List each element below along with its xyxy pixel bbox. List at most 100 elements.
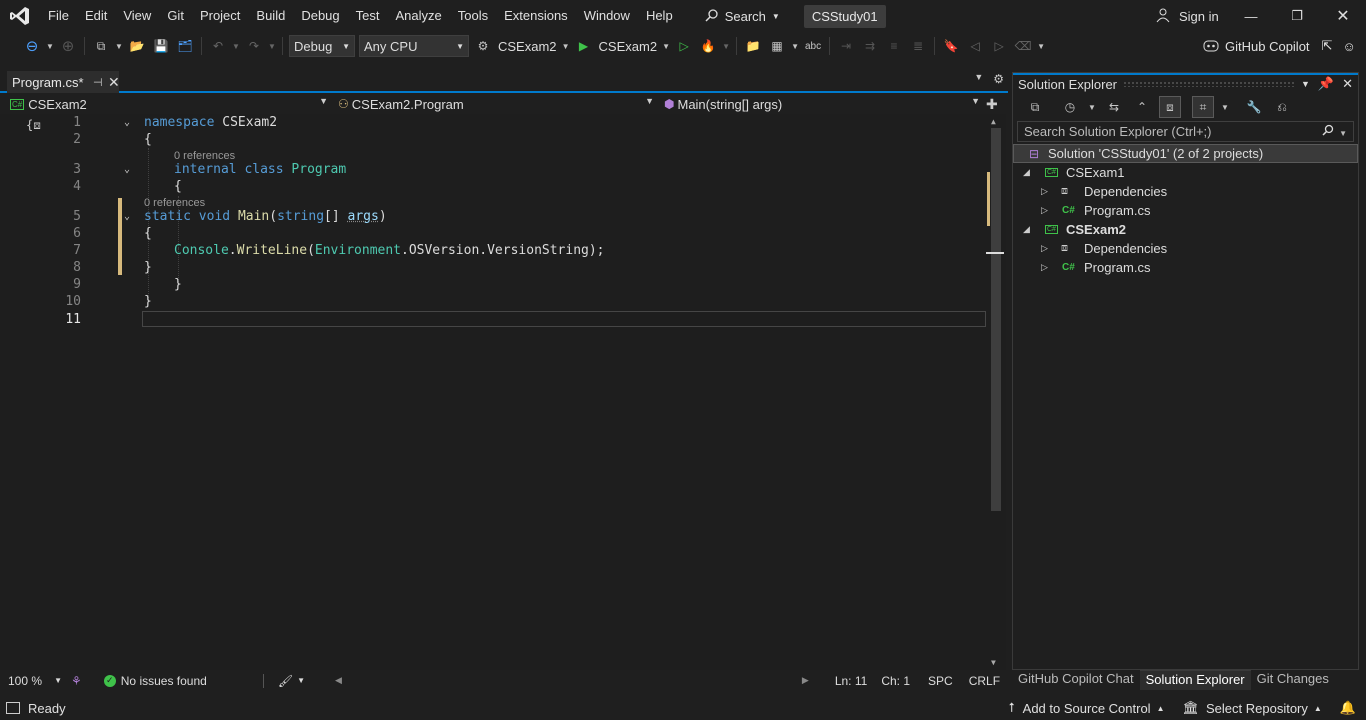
scroll-up-icon[interactable]: ▲ (991, 117, 996, 126)
start-debugging-icon[interactable]: ▶ (573, 35, 595, 57)
pin-icon[interactable]: ⊣ (93, 76, 103, 89)
properties-wrench-icon[interactable]: 🔧 (1243, 96, 1265, 118)
configuration-dropdown[interactable]: Debug ▼ (289, 35, 355, 57)
close-icon[interactable]: ✕ (1342, 76, 1353, 92)
scroll-down-icon[interactable]: ▼ (991, 658, 996, 667)
show-all-files-icon[interactable]: ⧈ (1159, 96, 1181, 118)
comment-icon[interactable]: ≡ (883, 35, 905, 57)
output-window-icon[interactable] (6, 702, 20, 714)
new-project-icon[interactable]: ⧉ (90, 35, 112, 57)
tab-program-cs[interactable]: Program.cs* ⊣ ✕ (7, 71, 120, 93)
filter-icon[interactable]: ⌗ (1192, 96, 1214, 118)
solution-search-input[interactable]: Search Solution Explorer (Ctrl+;) ▼ (1017, 121, 1354, 142)
chevron-down-icon[interactable]: ▼ (297, 676, 305, 685)
expanded-chevron-icon[interactable]: ◢ (1023, 167, 1030, 178)
search-button[interactable]: Search ▼ (695, 8, 790, 25)
start-debugging-button[interactable]: CSExam2 (596, 39, 661, 54)
chevron-down-icon[interactable]: ▼ (231, 35, 241, 57)
chevron-down-icon[interactable]: ▼ (1087, 96, 1097, 118)
start-without-debugging-icon[interactable]: ▷ (673, 35, 695, 57)
column-indicator[interactable]: Ch: 1 (881, 674, 910, 688)
tree-item-project-csexam1[interactable]: ◢ C# CSExam1 (1013, 163, 1358, 182)
redo-icon[interactable]: ↷ (243, 35, 265, 57)
split-window-icon[interactable]: ✚ (986, 96, 998, 113)
line-indicator[interactable]: Ln: 11 (835, 674, 867, 688)
chevron-down-icon[interactable]: ▼ (661, 35, 671, 57)
code-cleanup-icon[interactable]: 🖌 (278, 674, 293, 688)
preview-selected-icon[interactable]: ⎌ (1271, 96, 1293, 118)
code-editor[interactable]: {⧈ 1 ⌄ namespace CSExam2 2 { 0 reference… (0, 114, 1006, 670)
pin-icon[interactable]: 📌 (1318, 76, 1334, 92)
save-icon[interactable]: 💾 (150, 35, 172, 57)
menu-extensions[interactable]: Extensions (496, 0, 576, 32)
collapse-all-icon[interactable]: ⌃ (1131, 96, 1153, 118)
menu-build[interactable]: Build (248, 0, 293, 32)
chevron-down-icon[interactable]: ▼ (267, 35, 277, 57)
bookmark-icon[interactable]: 🔖 (940, 35, 962, 57)
notifications-bell-icon[interactable]: 🔔 (1340, 700, 1356, 716)
tab-git-changes[interactable]: Git Changes (1251, 670, 1335, 690)
uncomment-icon[interactable]: ≣ (907, 35, 929, 57)
tree-item-dependencies[interactable]: ▷ ⧈ Dependencies (1013, 239, 1358, 258)
collapsed-chevron-icon[interactable]: ▷ (1041, 186, 1048, 197)
menu-help[interactable]: Help (638, 0, 681, 32)
hot-reload-icon[interactable]: 🔥 (697, 35, 719, 57)
menu-edit[interactable]: Edit (77, 0, 115, 32)
menu-view[interactable]: View (115, 0, 159, 32)
menu-analyze[interactable]: Analyze (387, 0, 449, 32)
menu-file[interactable]: File (40, 0, 77, 32)
project-dropdown[interactable]: C# CSExam2 ▼ (0, 94, 332, 114)
share-icon[interactable]: ⇱ (1322, 38, 1333, 54)
whitespace-indicator[interactable]: SPC (928, 674, 953, 688)
fold-chevron-icon[interactable]: ⌄ (124, 114, 130, 131)
chevron-down-icon[interactable]: ▼ (721, 35, 731, 57)
chevron-down-icon[interactable]: ▼ (114, 35, 124, 57)
scroll-left-icon[interactable]: ◀ (335, 675, 342, 686)
collapsed-chevron-icon[interactable]: ▷ (1041, 205, 1048, 216)
toolbar-options-icon[interactable]: ▼ (1036, 35, 1046, 57)
tree-item-file[interactable]: ▷ C# Program.cs (1013, 201, 1358, 220)
collapsed-chevron-icon[interactable]: ▷ (1041, 262, 1048, 273)
navigate-forward-icon[interactable]: ⊕ (57, 35, 79, 57)
switch-views-icon[interactable]: ⧉ (1024, 96, 1046, 118)
step-over-icon[interactable]: ⇉ (859, 35, 881, 57)
type-dropdown[interactable]: ⚇ CSExam2.Program ▼ (332, 94, 658, 114)
expanded-chevron-icon[interactable]: ◢ (1023, 224, 1030, 235)
menu-debug[interactable]: Debug (293, 0, 347, 32)
close-window-button[interactable]: ✕ (1320, 0, 1366, 32)
member-dropdown[interactable]: ⬢ Main(string[] args) ▼ (658, 94, 984, 114)
browse-folder-icon[interactable]: 📁 (742, 35, 764, 57)
chevron-down-icon[interactable]: ▼ (45, 35, 55, 57)
step-into-icon[interactable]: ⇥ (835, 35, 857, 57)
startup-project-dropdown[interactable]: CSExam2 (495, 39, 560, 54)
layout-icon[interactable]: ▦ (766, 35, 788, 57)
menu-tools[interactable]: Tools (450, 0, 496, 32)
tab-list-dropdown-icon[interactable]: ▼ (974, 72, 983, 86)
line-ending-indicator[interactable]: CRLF (969, 674, 1000, 688)
scroll-right-icon[interactable]: ▶ (802, 675, 809, 686)
undo-icon[interactable]: ↶ (207, 35, 229, 57)
feedback-icon[interactable]: ☺ (1342, 39, 1355, 54)
restore-button[interactable]: ❐ (1274, 0, 1320, 32)
menu-test[interactable]: Test (348, 0, 388, 32)
minimize-button[interactable]: — (1228, 0, 1274, 32)
zoom-dropdown[interactable]: 100 % ▼ (5, 672, 65, 689)
tab-github-copilot-chat[interactable]: GitHub Copilot Chat (1012, 670, 1140, 690)
issues-status[interactable]: No issues found (121, 674, 207, 688)
chevron-down-icon[interactable]: ▼ (790, 35, 800, 57)
platform-dropdown[interactable]: Any CPU ▼ (359, 35, 469, 57)
close-tab-icon[interactable]: ✕ (108, 74, 120, 91)
gear-icon[interactable]: ⚙ (993, 72, 1004, 86)
chevron-down-icon[interactable]: ▼ (561, 35, 571, 57)
open-folder-icon[interactable]: 📂 (126, 35, 148, 57)
navigate-back-icon[interactable]: ⊖ (21, 35, 43, 57)
sync-with-document-icon[interactable]: ⇆ (1103, 96, 1125, 118)
collapsed-chevron-icon[interactable]: ▷ (1041, 243, 1048, 254)
intellicode-icon[interactable]: ⚘ (71, 674, 82, 688)
tree-item-project-csexam2[interactable]: ◢ C# CSExam2 (1013, 220, 1358, 239)
tab-solution-explorer[interactable]: Solution Explorer (1139, 670, 1251, 690)
fold-chevron-icon[interactable]: ⌄ (124, 161, 130, 178)
spell-check-icon[interactable]: abc (802, 35, 824, 57)
save-all-icon[interactable]: 🗂 (174, 35, 196, 57)
window-position-icon[interactable]: ▼ (1301, 79, 1310, 89)
